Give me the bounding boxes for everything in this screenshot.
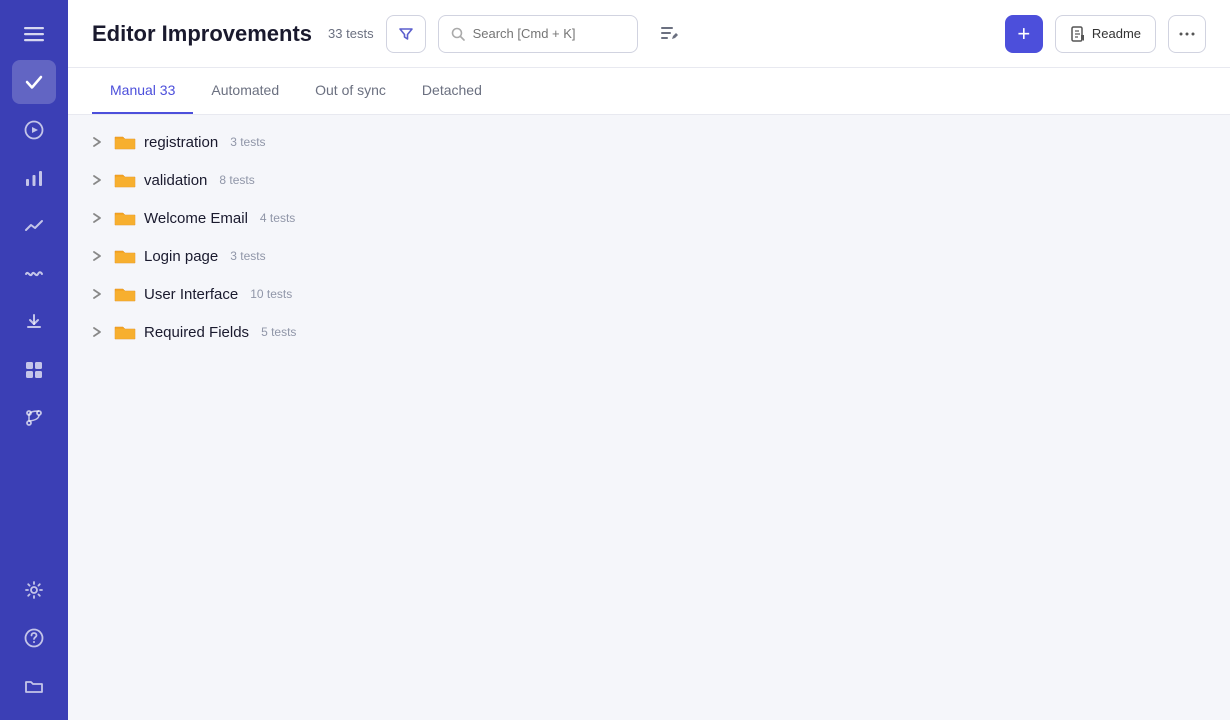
list-item[interactable]: registration 3 tests <box>68 123 1230 161</box>
list-item[interactable]: validation 8 tests <box>68 161 1230 199</box>
folder-count: 8 tests <box>219 173 254 187</box>
search-bar[interactable] <box>438 15 638 53</box>
readme-label: Readme <box>1092 26 1141 41</box>
content-area: registration 3 tests validation 8 tests … <box>68 115 1230 720</box>
tab-automated[interactable]: Automated <box>193 68 297 114</box>
folder-name: validation <box>144 172 207 189</box>
add-button[interactable]: + <box>1005 15 1043 53</box>
tab-manual[interactable]: Manual 33 <box>92 68 193 114</box>
folder-icon <box>114 285 136 303</box>
wave-icon[interactable] <box>12 252 56 296</box>
list-item[interactable]: Welcome Email 4 tests <box>68 199 1230 237</box>
folder-name: registration <box>144 134 218 151</box>
check-icon[interactable] <box>12 60 56 104</box>
folder-icon[interactable] <box>12 664 56 708</box>
chevron-right-icon <box>92 326 106 338</box>
chevron-right-icon <box>92 288 106 300</box>
folder-count: 3 tests <box>230 135 265 149</box>
folder-icon <box>114 209 136 227</box>
folder-icon <box>114 171 136 189</box>
chevron-right-icon <box>92 174 106 186</box>
settings-icon[interactable] <box>12 568 56 612</box>
dashboard-icon[interactable] <box>12 348 56 392</box>
filter-button[interactable] <box>386 15 426 53</box>
folder-count: 4 tests <box>260 211 295 225</box>
chevron-right-icon <box>92 250 106 262</box>
more-button[interactable] <box>1168 15 1206 53</box>
page-title: Editor Improvements <box>92 21 312 47</box>
folder-name: Required Fields <box>144 324 249 341</box>
tabs-bar: Manual 33 Automated Out of sync Detached <box>68 68 1230 115</box>
edit-icon[interactable] <box>650 15 688 53</box>
sidebar <box>0 0 68 720</box>
folder-icon <box>114 247 136 265</box>
folder-count: 3 tests <box>230 249 265 263</box>
search-input[interactable] <box>473 26 625 41</box>
folder-name: Login page <box>144 248 218 265</box>
git-icon[interactable] <box>12 396 56 440</box>
list-item[interactable]: Required Fields 5 tests <box>68 313 1230 351</box>
help-icon[interactable] <box>12 616 56 660</box>
chevron-right-icon <box>92 212 106 224</box>
folder-icon <box>114 323 136 341</box>
readme-button[interactable]: Readme <box>1055 15 1156 53</box>
list-item[interactable]: User Interface 10 tests <box>68 275 1230 313</box>
trend-icon[interactable] <box>12 204 56 248</box>
analytics-icon[interactable] <box>12 156 56 200</box>
run-icon[interactable] <box>12 108 56 152</box>
header: Editor Improvements 33 tests <box>68 0 1230 68</box>
folder-name: Welcome Email <box>144 210 248 227</box>
tab-detached[interactable]: Detached <box>404 68 500 114</box>
chevron-right-icon <box>92 136 106 148</box>
main-content: Editor Improvements 33 tests <box>68 0 1230 720</box>
search-icon <box>451 27 465 41</box>
menu-icon[interactable] <box>12 12 56 56</box>
test-count-badge: 33 tests <box>328 26 374 41</box>
tab-out-of-sync[interactable]: Out of sync <box>297 68 404 114</box>
folder-count: 5 tests <box>261 325 296 339</box>
import-icon[interactable] <box>12 300 56 344</box>
folder-name: User Interface <box>144 286 238 303</box>
folder-icon <box>114 133 136 151</box>
folder-count: 10 tests <box>250 287 292 301</box>
list-item[interactable]: Login page 3 tests <box>68 237 1230 275</box>
